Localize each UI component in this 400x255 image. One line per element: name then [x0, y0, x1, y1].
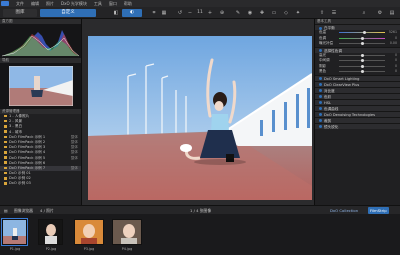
histogram-graph	[1, 30, 80, 57]
slider-knob[interactable]	[361, 59, 364, 63]
thumbnail-label: P4.jpg	[121, 247, 133, 251]
app-logo-icon	[1, 1, 9, 6]
main-photo[interactable]	[88, 36, 312, 200]
menu-file[interactable]: 文件	[16, 1, 24, 7]
image-viewer[interactable]	[82, 19, 314, 205]
thumbnail-3[interactable]	[74, 219, 104, 245]
perspective-icon[interactable]: ◇	[282, 9, 290, 17]
folder-icon	[4, 151, 7, 154]
thumbnail-label: P1.jpg	[9, 247, 21, 251]
picker-icon[interactable]: ✎	[234, 9, 242, 17]
slider-knob[interactable]	[361, 53, 364, 57]
tab-library[interactable]: 图库	[3, 9, 37, 17]
search-icon[interactable]: ⌕	[360, 9, 368, 17]
horizon-icon[interactable]: ▭	[270, 9, 278, 17]
folder-icon	[4, 135, 7, 138]
tint-slider[interactable]	[339, 36, 385, 40]
repair-icon[interactable]: ✚	[258, 9, 266, 17]
photo-content	[88, 36, 312, 200]
left-panel: 直方图 导航 资源管理器 1 - 人像照片 2 - 风景 3 - 黑白 4 - …	[0, 19, 82, 205]
temperature-slider[interactable]	[339, 31, 385, 35]
folder-icon	[4, 177, 7, 180]
folder-icon	[4, 182, 7, 185]
menu-photo[interactable]: 照片	[46, 1, 54, 7]
crop-icon[interactable]: ⌗	[150, 9, 158, 17]
right-panel: 基本工具 白平衡 色温 5261 色调 0 曝光补偿 0.00 选择性色调 高光…	[314, 19, 400, 205]
thumbnail-image	[3, 220, 26, 244]
folder-icon	[4, 161, 7, 164]
settings-icon[interactable]: ⚙	[376, 9, 384, 17]
shadows-slider[interactable]	[339, 64, 385, 68]
folder-icon	[4, 125, 7, 128]
blacks-slider[interactable]	[339, 70, 385, 74]
midtones-slider[interactable]	[339, 59, 385, 63]
folder-tree: 1 - 人像照片 2 - 风景 3 - 黑白 4 - 城市 DxO FilmPa…	[0, 114, 81, 187]
navigator-preview	[8, 66, 73, 106]
thumbnail-image	[39, 220, 62, 244]
thumbnail-1[interactable]	[1, 218, 28, 246]
rotate-icon[interactable]: ↺	[176, 9, 184, 17]
exposure-slider[interactable]	[339, 42, 385, 46]
section-lens-sharpness[interactable]: 镜头锐化	[315, 122, 400, 129]
menu-bar: 文件 编辑 照片 DxO 光学模块 工具 窗口 帮助	[0, 0, 400, 7]
folder-icon	[4, 145, 7, 149]
grid-icon[interactable]: ▦	[160, 9, 168, 17]
thumbnail-2[interactable]	[38, 219, 63, 245]
folder-icon	[4, 114, 7, 118]
thumbnail-label: P3.jpg	[83, 247, 95, 251]
app-window: 文件 编辑 照片 DxO 光学模块 工具 窗口 帮助 图库 自定义 ◧ ◐ ⌗ …	[0, 0, 400, 255]
compare-icon[interactable]: ◧	[112, 9, 120, 17]
folder-icon	[4, 140, 7, 144]
navigator-thumbnail[interactable]	[0, 63, 81, 109]
filmstrip: P1.jpg P2.jpg P3.jpg P4.jpg	[0, 214, 400, 255]
menu-tools[interactable]: 工具	[94, 1, 102, 7]
sidebar-toggle-icon[interactable]: ▤	[388, 9, 396, 17]
folder-icon	[4, 119, 7, 123]
histogram	[0, 24, 81, 58]
highlights-slider[interactable]	[339, 53, 385, 57]
batch-icon[interactable]: ☰	[330, 9, 338, 17]
tab-customize[interactable]: 自定义	[40, 9, 96, 17]
menu-help[interactable]: 帮助	[124, 1, 132, 7]
slider-knob[interactable]	[361, 36, 364, 40]
folder-icon	[4, 166, 7, 170]
slider-knob[interactable]	[361, 64, 364, 68]
filmstrip-tab[interactable]: FilmStrip	[368, 207, 389, 214]
menu-window[interactable]: 窗口	[109, 1, 117, 7]
menu-optics[interactable]: DxO 光学模块	[61, 1, 87, 7]
zoom-level: 11	[197, 10, 203, 15]
folder-item[interactable]: DxO 示例 03	[0, 181, 81, 186]
toolbar: 图库 自定义 ◧ ◐ ⌗ ▦ ↺ − 11 + ⊕ ✎ ◉ ✚ ▭ ◇ ✦ ⇪ …	[0, 7, 400, 19]
thumbnail-label: P2.jpg	[45, 247, 57, 251]
slider-knob[interactable]	[363, 31, 366, 35]
slider-knob[interactable]	[361, 42, 364, 46]
menu-edit[interactable]: 编辑	[31, 1, 39, 7]
enable-icon[interactable]	[319, 125, 322, 128]
folder-icon	[4, 156, 7, 159]
slider-knob[interactable]	[361, 70, 364, 74]
thumbnail-image	[113, 220, 141, 244]
view-toggle[interactable]: ◐	[122, 9, 142, 17]
folder-icon	[4, 171, 7, 175]
local-adjust-icon[interactable]: ◉	[246, 9, 254, 17]
thumbnail-image	[75, 220, 103, 244]
export-icon[interactable]: ⇪	[318, 9, 326, 17]
zoom-in-icon[interactable]: +	[206, 9, 214, 17]
watermark-icon[interactable]: ✦	[294, 9, 302, 17]
fit-icon[interactable]: ⊕	[218, 9, 226, 17]
filmstrip-bar: ▤ 图像浏览器 4 / 照片 1 / 4 张图像 DxO Collection …	[0, 205, 400, 214]
zoom-out-icon[interactable]: −	[186, 9, 194, 17]
thumbnail-4[interactable]	[112, 219, 142, 245]
folder-icon	[4, 130, 7, 133]
